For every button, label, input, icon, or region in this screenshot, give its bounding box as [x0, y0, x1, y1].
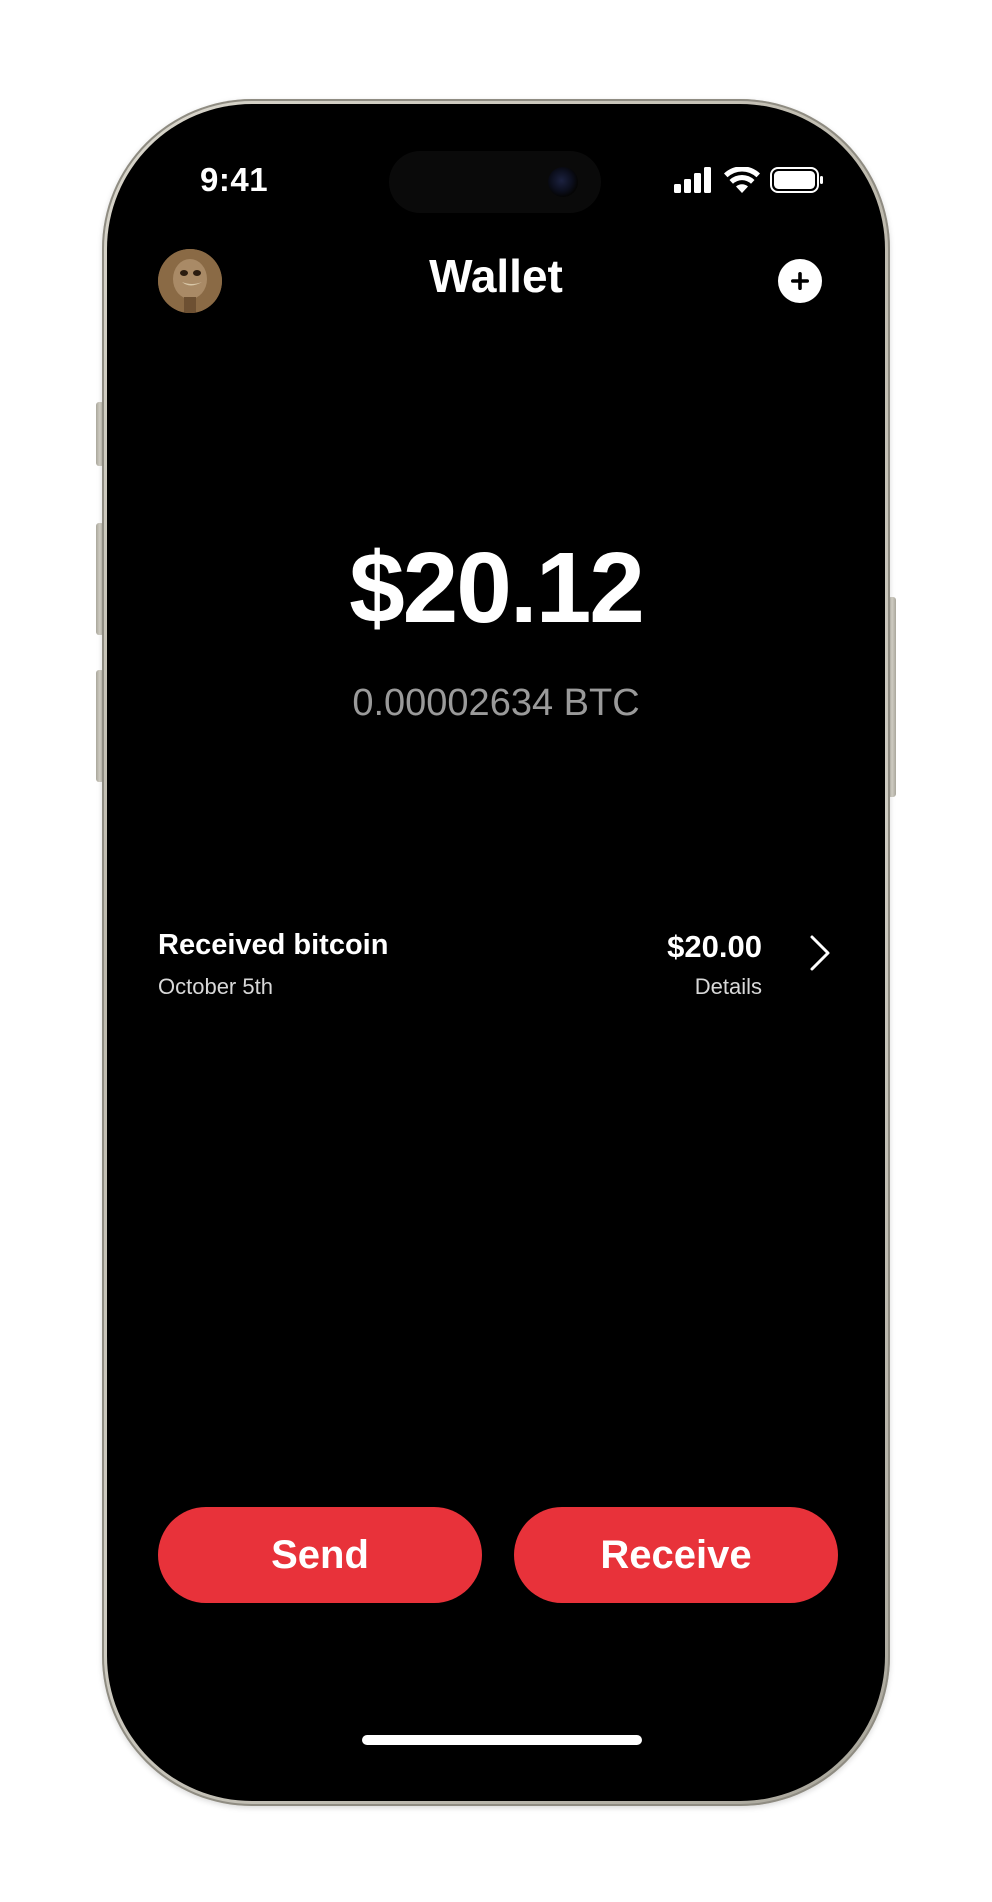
page-title: Wallet: [429, 250, 563, 302]
chevron-right-icon: [804, 933, 834, 973]
balance-btc: 0.00002634 BTC: [352, 682, 640, 724]
status-icons: [674, 166, 824, 198]
transaction-title: Received bitcoin: [158, 929, 389, 961]
balance-usd: $20.12: [349, 532, 645, 644]
transaction-row[interactable]: Received bitcoin October 5th $20.00 Deta…: [158, 929, 834, 1019]
wifi-icon: [724, 166, 760, 198]
transaction-amount: $20.00: [667, 929, 762, 964]
transaction-details-link[interactable]: Details: [695, 974, 762, 1000]
home-indicator[interactable]: [362, 1735, 642, 1745]
plus-icon: [791, 272, 809, 290]
front-camera: [548, 167, 578, 197]
phone-screen: 9:41 Wallet $20.12 0.00002634 BTC Receiv…: [112, 109, 880, 1796]
send-button[interactable]: Send: [158, 1507, 482, 1603]
battery-icon: [770, 167, 824, 198]
status-time: 9:41: [200, 161, 269, 198]
transaction-date: October 5th: [158, 974, 273, 999]
receive-button[interactable]: Receive: [514, 1507, 838, 1603]
mockup-stage: 9:41 Wallet $20.12 0.00002634 BTC Receiv…: [0, 0, 992, 1902]
cellular-signal-icon: [674, 167, 714, 198]
add-button[interactable]: [778, 259, 822, 303]
